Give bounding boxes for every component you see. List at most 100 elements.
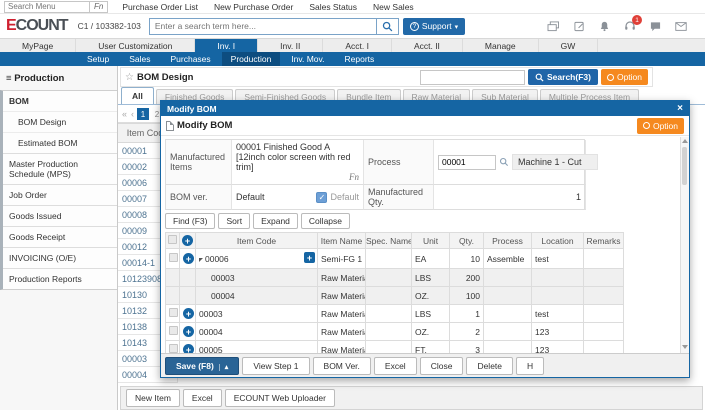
sub-nav-item[interactable]: Production xyxy=(222,52,281,66)
mail-icon[interactable] xyxy=(675,22,687,31)
add-row-icon[interactable]: + xyxy=(183,253,194,264)
scroll-up-icon[interactable] xyxy=(682,139,688,143)
sidebar-item[interactable]: Master Production Schedule (MPS) xyxy=(3,153,117,184)
main-tab[interactable]: Acct. I xyxy=(323,39,392,52)
sidebar-item[interactable]: BOM xyxy=(3,91,117,111)
sidebar-item[interactable]: INVOICING (O/E) xyxy=(3,247,117,268)
bom-table-row[interactable]: + 00004+ Raw Material 2 OZ. 100 xyxy=(166,287,624,305)
manufactured-items-value[interactable]: 00001 Finished Good A [12inch color scre… xyxy=(232,140,364,185)
footer-button[interactable]: ECOUNT Web Uploader xyxy=(225,389,335,407)
modal-footer-button[interactable]: BOM Ver. xyxy=(313,357,371,375)
sub-nav-item[interactable]: Setup xyxy=(78,52,118,66)
bom-ver-value[interactable]: Default xyxy=(236,192,316,202)
utility-link[interactable]: New Purchase Order xyxy=(214,2,293,12)
global-search-input[interactable] xyxy=(149,18,377,35)
company-code: C1 / 103382-103 xyxy=(78,21,141,31)
process-code-input[interactable] xyxy=(438,155,496,170)
sub-nav-item[interactable]: Inv. Mov. xyxy=(282,52,333,66)
utility-link[interactable]: New Sales xyxy=(373,2,414,12)
main-tab[interactable]: User Customization xyxy=(76,39,195,52)
bom-column-header: Qty. xyxy=(450,233,484,249)
row-checkbox[interactable] xyxy=(169,253,178,262)
toolbar-button[interactable]: Sort xyxy=(218,213,250,229)
add-row-icon[interactable]: + xyxy=(183,326,194,337)
toolbar-button[interactable]: Find (F3) xyxy=(165,213,215,229)
item-lookup-icon[interactable]: + xyxy=(304,252,315,263)
modal-titlebar[interactable]: Modify BOM × xyxy=(161,101,689,116)
chevron-down-icon xyxy=(455,21,459,31)
bom-column-header: Process xyxy=(484,233,532,249)
page-footer: New ItemExcelECOUNT Web Uploader xyxy=(120,386,703,410)
bom-column-header: Remarks xyxy=(584,233,624,249)
utility-link[interactable]: Purchase Order List xyxy=(122,2,198,12)
sidebar-item[interactable]: Estimated BOM xyxy=(3,132,117,153)
sub-nav-item[interactable]: Reports xyxy=(336,52,384,66)
memo-icon[interactable] xyxy=(574,21,585,32)
bom-table-row[interactable]: + 00004+ Raw Material 2 OZ. 2 123 xyxy=(166,323,624,341)
modal-footer-button[interactable]: View Step 1 xyxy=(242,357,309,375)
close-icon[interactable]: × xyxy=(677,104,683,114)
lookup-icon[interactable] xyxy=(499,157,509,167)
chat-icon[interactable] xyxy=(650,21,661,32)
main-tab[interactable]: MyPage xyxy=(0,39,76,52)
menu-search-input[interactable] xyxy=(4,1,90,13)
modal-option-button[interactable]: Option xyxy=(637,118,684,134)
main-tab[interactable]: Inv. I xyxy=(195,39,258,52)
bom-search-input[interactable] xyxy=(420,70,525,85)
footer-button[interactable]: New Item xyxy=(126,389,180,407)
sidebar-item[interactable]: Production Reports xyxy=(3,268,117,289)
search-icon[interactable] xyxy=(377,18,399,35)
page-number[interactable]: 1 xyxy=(137,108,149,120)
bell-icon[interactable] xyxy=(599,21,610,32)
first-page-button[interactable]: « xyxy=(121,109,128,119)
windows-icon[interactable] xyxy=(547,21,560,32)
prev-page-button[interactable]: ‹ xyxy=(130,109,135,119)
gear-icon xyxy=(607,74,614,81)
bom-column-header: Item Code xyxy=(196,233,318,249)
main-tab[interactable]: Acct. II xyxy=(392,39,463,52)
sidebar-item[interactable]: Job Order xyxy=(3,184,117,205)
select-all-checkbox[interactable] xyxy=(168,235,177,244)
ecount-logo[interactable]: ECOUNT xyxy=(6,17,68,35)
footer-button[interactable]: Excel xyxy=(183,389,222,407)
row-checkbox[interactable] xyxy=(169,308,178,317)
headset-icon[interactable]: 1 xyxy=(624,20,636,32)
toolbar-button[interactable]: Expand xyxy=(253,213,298,229)
search-f3-button[interactable]: Search(F3) xyxy=(528,69,598,85)
row-checkbox[interactable] xyxy=(169,326,178,335)
utility-link[interactable]: Sales Status xyxy=(309,2,357,12)
modal-scrollbar[interactable] xyxy=(680,137,689,353)
add-row-icon[interactable]: + xyxy=(183,308,194,319)
row-checkbox[interactable] xyxy=(169,344,178,353)
add-row-icon[interactable]: + xyxy=(182,235,193,246)
modal-footer-button[interactable]: Save (F8)▴ xyxy=(165,357,239,375)
default-checkbox[interactable] xyxy=(316,192,327,203)
option-button[interactable]: Option xyxy=(601,69,648,85)
modal-footer-button[interactable]: Delete xyxy=(466,357,513,375)
bom-table-row[interactable]: + 00003+ Raw Material 1 LBS 1 test xyxy=(166,305,624,323)
support-button[interactable]: Support xyxy=(403,18,465,35)
main-tab[interactable]: Manage xyxy=(463,39,539,52)
sidebar-item[interactable]: Goods Receipt xyxy=(3,226,117,247)
scroll-thumb[interactable] xyxy=(682,147,687,185)
toolbar-button[interactable]: Collapse xyxy=(301,213,350,229)
sidebar-title[interactable]: Production xyxy=(0,66,117,90)
modal-footer-button[interactable]: Excel xyxy=(374,357,417,375)
sub-nav-item[interactable]: Purchases xyxy=(161,52,219,66)
manufactured-qty-value[interactable]: 1 xyxy=(434,185,586,210)
utility-links: Purchase Order List New Purchase Order Sal… xyxy=(122,2,413,12)
favorite-star-icon[interactable] xyxy=(125,72,134,83)
bom-table-row[interactable]: + 00003+ Raw Material 1 LBS 200 xyxy=(166,269,624,287)
main-tab[interactable]: GW xyxy=(539,39,599,52)
question-icon xyxy=(410,22,419,31)
bom-table-row[interactable]: + 00006+ Semi-FG 1 EA 10 Assemble test xyxy=(166,249,624,269)
scroll-down-icon[interactable] xyxy=(682,345,688,349)
category-tab[interactable]: All xyxy=(121,87,154,104)
main-tab[interactable]: Inv. II xyxy=(258,39,323,52)
page-title: BOM Design xyxy=(137,72,193,83)
modal-footer-button[interactable]: Close xyxy=(420,357,464,375)
sidebar-item[interactable]: Goods Issued xyxy=(3,205,117,226)
modal-footer-button[interactable]: H xyxy=(516,357,544,375)
sub-nav-item[interactable]: Sales xyxy=(120,52,159,66)
sidebar-item[interactable]: BOM Design xyxy=(3,111,117,132)
